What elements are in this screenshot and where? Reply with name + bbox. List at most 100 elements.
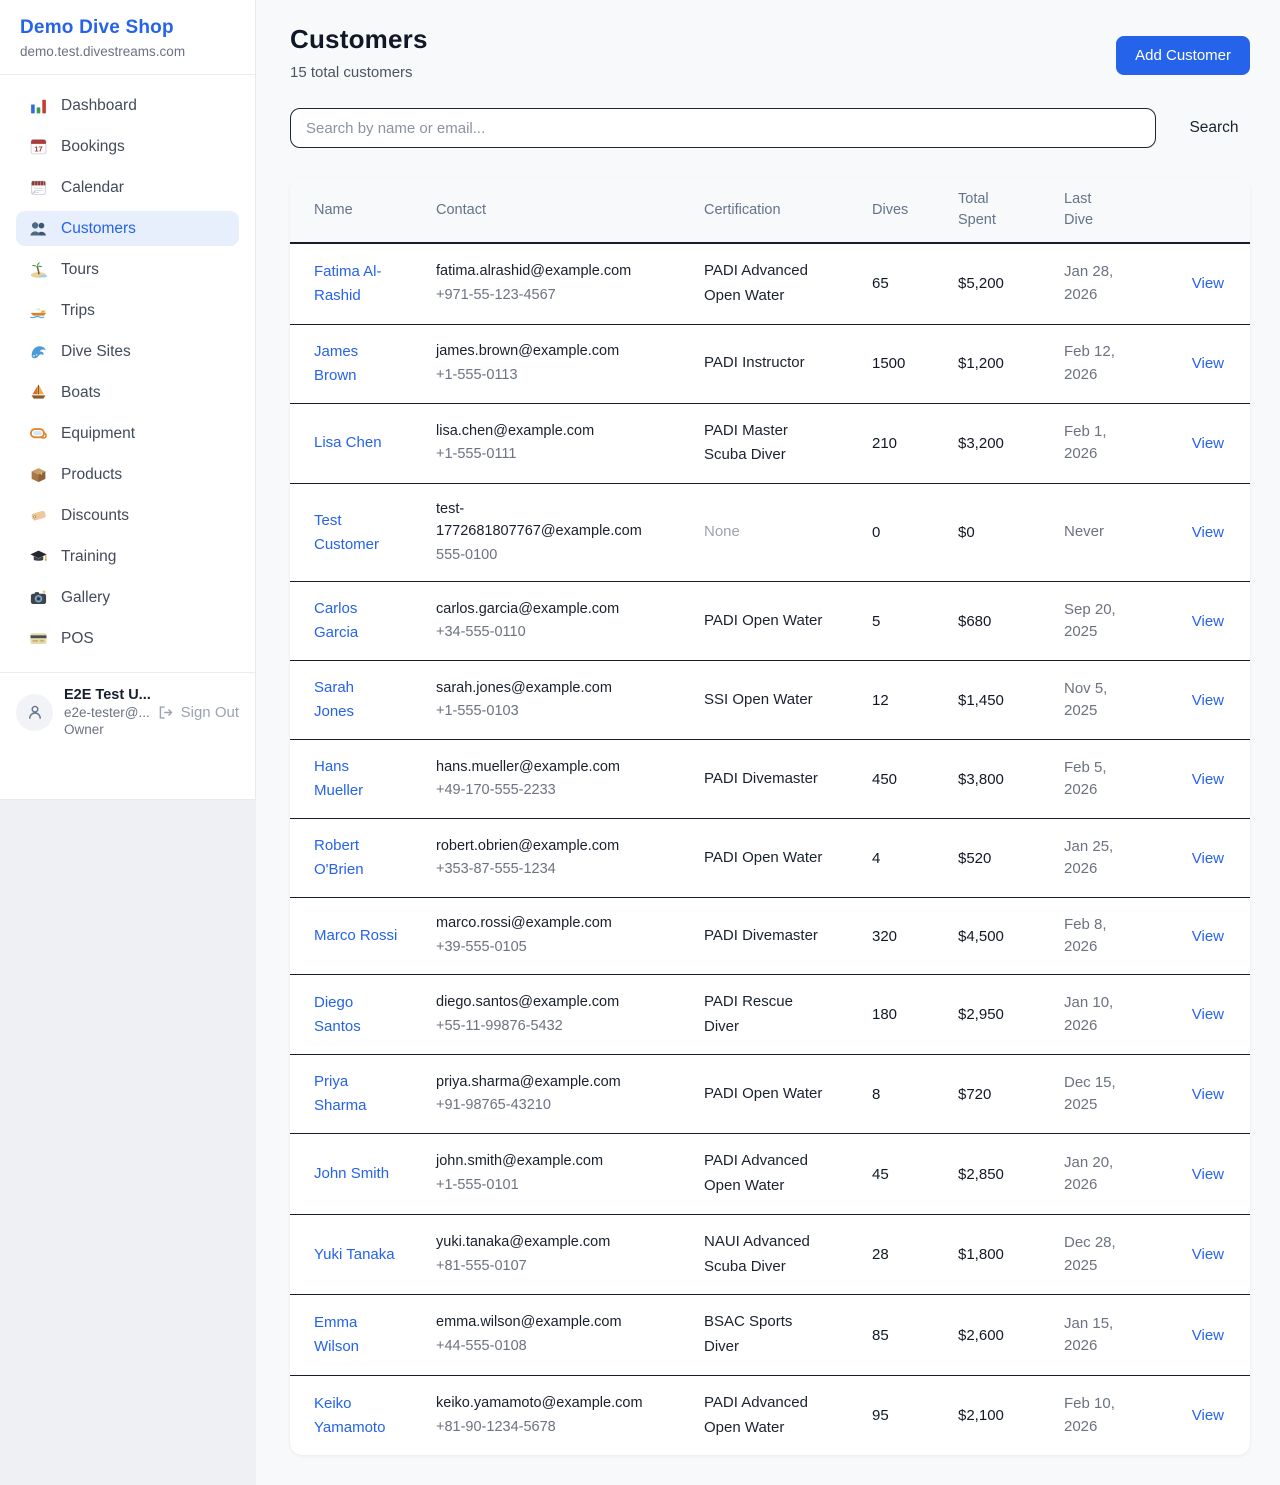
sidebar-item-tours[interactable]: Tours bbox=[16, 252, 239, 287]
view-customer-link[interactable]: View bbox=[1192, 850, 1224, 867]
customer-name-link[interactable]: Marco Rossi bbox=[314, 924, 397, 948]
search-input[interactable] bbox=[290, 108, 1156, 148]
sidebar-item-label: Dive Sites bbox=[61, 343, 131, 361]
sidebar-item-label: Equipment bbox=[61, 425, 135, 443]
bookings-icon: 17 bbox=[29, 137, 48, 156]
sidebar-item-dive-sites[interactable]: Dive Sites bbox=[16, 334, 239, 369]
person-icon bbox=[26, 703, 44, 721]
customer-name-link[interactable]: John Smith bbox=[314, 1162, 389, 1186]
view-customer-link[interactable]: View bbox=[1192, 771, 1224, 788]
sidebar-item-boats[interactable]: Boats bbox=[16, 375, 239, 410]
table-row: Sarah Jones sarah.jones@example.com +1-5… bbox=[290, 661, 1250, 740]
customer-phone: +44-555-0108 bbox=[436, 1336, 694, 1358]
sidebar-item-equipment[interactable]: Equipment bbox=[16, 416, 239, 451]
customer-dives: 5 bbox=[872, 613, 880, 630]
view-customer-link[interactable]: View bbox=[1192, 1166, 1224, 1183]
shop-domain: demo.test.divestreams.com bbox=[20, 44, 235, 59]
sidebar-item-trips[interactable]: Trips bbox=[16, 293, 239, 328]
customer-last-dive: Jan 28, 2026 bbox=[1064, 261, 1122, 306]
sidebar-item-products[interactable]: Products bbox=[16, 457, 239, 492]
view-customer-link[interactable]: View bbox=[1192, 355, 1224, 372]
table-row: Diego Santos diego.santos@example.com +5… bbox=[290, 974, 1250, 1055]
view-customer-link[interactable]: View bbox=[1192, 613, 1224, 630]
customer-name-link[interactable]: James Brown bbox=[314, 340, 398, 388]
customer-name-link[interactable]: Lisa Chen bbox=[314, 431, 382, 455]
column-header-name: Name bbox=[290, 178, 436, 243]
sidebar-item-training[interactable]: Training bbox=[16, 539, 239, 574]
customer-email: yuki.tanaka@example.com bbox=[436, 1232, 644, 1254]
sidebar-item-dashboard[interactable]: Dashboard bbox=[16, 88, 239, 123]
customer-name-link[interactable]: Sarah Jones bbox=[314, 676, 398, 724]
customer-phone: +91-98765-43210 bbox=[436, 1095, 694, 1117]
search-button[interactable]: Search bbox=[1178, 119, 1250, 137]
customer-phone: +34-555-0110 bbox=[436, 622, 694, 644]
customer-dives: 28 bbox=[872, 1246, 889, 1263]
customer-total-spent: $520 bbox=[958, 850, 991, 867]
user-role: Owner bbox=[64, 722, 146, 737]
view-customer-link[interactable]: View bbox=[1192, 435, 1224, 452]
view-customer-link[interactable]: View bbox=[1192, 1086, 1224, 1103]
customer-name-link[interactable]: Fatima Al-Rashid bbox=[314, 260, 398, 308]
view-customer-link[interactable]: View bbox=[1192, 692, 1224, 709]
customer-certification: PADI Open Water bbox=[704, 1082, 824, 1107]
view-customer-link[interactable]: View bbox=[1192, 1246, 1224, 1263]
svg-text:17: 17 bbox=[34, 145, 42, 154]
view-customer-link[interactable]: View bbox=[1192, 928, 1224, 945]
view-customer-link[interactable]: View bbox=[1192, 524, 1224, 541]
customer-phone: +1-555-0101 bbox=[436, 1175, 694, 1197]
table-row: Keiko Yamamoto keiko.yamamoto@example.co… bbox=[290, 1375, 1250, 1455]
sidebar-item-customers[interactable]: Customers bbox=[16, 211, 239, 246]
customer-dives: 210 bbox=[872, 435, 897, 452]
customer-dives: 8 bbox=[872, 1086, 880, 1103]
avatar bbox=[16, 694, 53, 731]
user-meta: E2E Test U... e2e-tester@... Owner bbox=[64, 687, 146, 737]
sidebar-item-label: Products bbox=[61, 466, 122, 484]
customer-certification: PADI Advanced Open Water bbox=[704, 1391, 824, 1441]
customer-name-link[interactable]: Emma Wilson bbox=[314, 1311, 398, 1359]
sidebar-item-calendar[interactable]: Calendar bbox=[16, 170, 239, 205]
customer-email: hans.mueller@example.com bbox=[436, 757, 644, 779]
sidebar-item-label: Bookings bbox=[61, 138, 125, 156]
customer-name-link[interactable]: Carlos Garcia bbox=[314, 597, 398, 645]
customer-name-link[interactable]: Priya Sharma bbox=[314, 1070, 398, 1118]
customer-email: marco.rossi@example.com bbox=[436, 913, 644, 935]
customer-dives: 95 bbox=[872, 1407, 889, 1424]
customer-email: test-1772681807767@example.com bbox=[436, 499, 644, 543]
customer-name-link[interactable]: Hans Mueller bbox=[314, 755, 398, 803]
customer-name-link[interactable]: Yuki Tanaka bbox=[314, 1243, 395, 1267]
add-customer-button[interactable]: Add Customer bbox=[1116, 36, 1250, 75]
customer-total-spent: $3,800 bbox=[958, 771, 1004, 788]
customer-certification: PADI Open Water bbox=[704, 609, 824, 634]
sidebar-item-gallery[interactable]: Gallery bbox=[16, 580, 239, 615]
sidebar-item-label: Discounts bbox=[61, 507, 129, 525]
customer-name-link[interactable]: Test Customer bbox=[314, 509, 398, 557]
customer-name-link[interactable]: Robert O'Brien bbox=[314, 834, 398, 882]
view-customer-link[interactable]: View bbox=[1192, 1327, 1224, 1344]
sidebar-item-pos[interactable]: POS bbox=[16, 621, 239, 656]
products-icon bbox=[29, 465, 48, 484]
column-header-actions bbox=[1172, 178, 1250, 243]
view-customer-link[interactable]: View bbox=[1192, 1006, 1224, 1023]
customer-email: carlos.garcia@example.com bbox=[436, 599, 644, 621]
table-row: Yuki Tanaka yuki.tanaka@example.com +81-… bbox=[290, 1214, 1250, 1295]
tours-icon bbox=[29, 260, 48, 279]
customer-name-link[interactable]: Keiko Yamamoto bbox=[314, 1392, 398, 1440]
customer-name-link[interactable]: Diego Santos bbox=[314, 991, 398, 1039]
shop-header: Demo Dive Shop demo.test.divestreams.com bbox=[0, 0, 255, 75]
sign-out-button[interactable]: Sign Out bbox=[157, 704, 239, 721]
customer-dives: 12 bbox=[872, 692, 889, 709]
customers-table: Name Contact Certification Dives Total S… bbox=[290, 178, 1250, 1455]
view-customer-link[interactable]: View bbox=[1192, 1407, 1224, 1424]
customer-total-spent: $3,200 bbox=[958, 435, 1004, 452]
table-row: Priya Sharma priya.sharma@example.com +9… bbox=[290, 1055, 1250, 1134]
view-customer-link[interactable]: View bbox=[1192, 275, 1224, 292]
customer-certification: SSI Open Water bbox=[704, 688, 824, 713]
customer-total-spent: $2,850 bbox=[958, 1166, 1004, 1183]
customer-certification: PADI Open Water bbox=[704, 846, 824, 871]
page-header: Customers 15 total customers Add Custome… bbox=[290, 24, 1250, 81]
customer-total-spent: $2,600 bbox=[958, 1327, 1004, 1344]
sidebar-item-bookings[interactable]: 17 Bookings bbox=[16, 129, 239, 164]
customer-phone: +55-11-99876-5432 bbox=[436, 1016, 694, 1038]
customer-total-spent: $720 bbox=[958, 1086, 991, 1103]
sidebar-item-discounts[interactable]: Discounts bbox=[16, 498, 239, 533]
